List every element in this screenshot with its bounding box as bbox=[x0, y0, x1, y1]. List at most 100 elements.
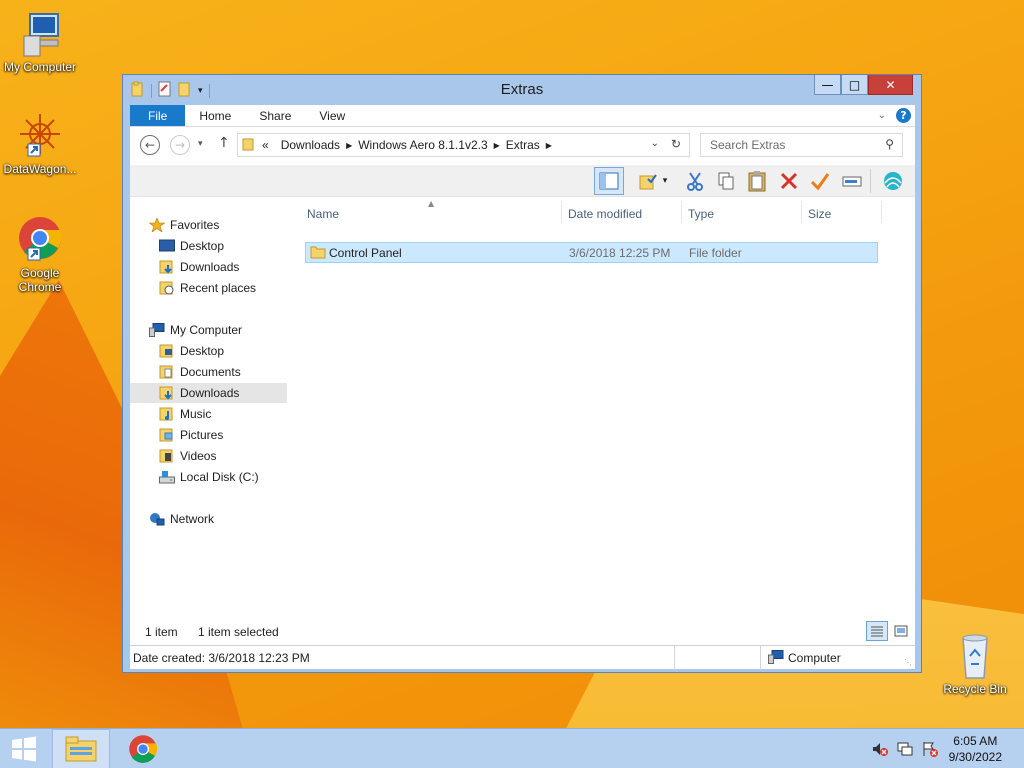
music-folder-icon bbox=[159, 407, 175, 421]
resize-grip-icon[interactable]: ⋱ bbox=[904, 658, 912, 667]
column-header-name[interactable]: Name bbox=[307, 207, 339, 221]
check-rename-icon[interactable] bbox=[808, 169, 832, 193]
desktop-icon-recycle-bin[interactable]: Recycle Bin bbox=[935, 632, 1015, 696]
address-bar[interactable]: « Downloads ▶ Windows Aero 8.1.1v2.3 ▶ E… bbox=[237, 133, 690, 157]
search-placeholder: Search Extras bbox=[710, 138, 786, 152]
search-input[interactable]: Search Extras ⚲ bbox=[700, 133, 903, 157]
cut-icon[interactable] bbox=[683, 169, 707, 193]
breadcrumb-overflow[interactable]: « bbox=[256, 138, 275, 152]
pictures-folder-icon bbox=[159, 428, 175, 442]
action-center-icon[interactable] bbox=[921, 741, 939, 760]
nav-favorites[interactable]: Favorites bbox=[130, 215, 287, 235]
nav-label: Videos bbox=[180, 449, 217, 463]
datawagon-logo-icon bbox=[16, 112, 64, 160]
clock-date: 9/30/2022 bbox=[948, 750, 1002, 764]
file-list: ▲ Name Date modified Type Size Control P… bbox=[290, 197, 915, 617]
column-header-date-modified[interactable]: Date modified bbox=[568, 207, 642, 221]
desktop-icon-my-computer[interactable]: My Computer bbox=[0, 10, 80, 74]
folder-icon bbox=[310, 245, 326, 262]
column-divider[interactable] bbox=[561, 201, 562, 223]
ribbon-right-controls: ⌄ ? bbox=[878, 108, 911, 123]
tab-view[interactable]: View bbox=[305, 105, 359, 126]
forward-button[interactable]: → bbox=[170, 135, 190, 155]
separator bbox=[870, 169, 871, 193]
window-client-area: File Home Share View ⌄ ? ← → ▾ ↑ « Downl… bbox=[130, 105, 915, 670]
breadcrumb-windows-aero[interactable]: Windows Aero 8.1.1v2.3 bbox=[352, 138, 493, 152]
minimize-button[interactable]: — bbox=[814, 75, 841, 95]
nav-my-computer[interactable]: My Computer bbox=[130, 320, 287, 340]
folder-options-dropdown-icon[interactable]: ▾ bbox=[658, 169, 672, 193]
aero-shell-icon[interactable] bbox=[881, 169, 905, 193]
nav-pc-pictures[interactable]: Pictures bbox=[130, 425, 287, 445]
large-icons-view-icon bbox=[894, 625, 908, 637]
desktop-icon-label: Recycle Bin bbox=[943, 682, 1007, 696]
expand-ribbon-icon[interactable]: ⌄ bbox=[878, 110, 886, 121]
network-status-icon[interactable] bbox=[897, 741, 915, 760]
window-controls: — □ ✕ bbox=[814, 75, 913, 95]
command-toolbar: ▾ bbox=[130, 165, 915, 197]
nav-fav-recent-places[interactable]: Recent places bbox=[130, 278, 287, 298]
paste-icon[interactable] bbox=[745, 169, 769, 193]
tab-file[interactable]: File bbox=[130, 105, 186, 126]
search-icon[interactable]: ⚲ bbox=[885, 137, 894, 151]
address-dropdown-icon[interactable]: ⌄ bbox=[651, 138, 659, 149]
nav-fav-desktop[interactable]: Desktop bbox=[130, 236, 287, 256]
taskbar-explorer-button[interactable] bbox=[52, 729, 110, 768]
file-name: Control Panel bbox=[329, 246, 402, 260]
separator bbox=[674, 646, 675, 670]
volume-muted-icon[interactable] bbox=[872, 741, 888, 760]
nav-pc-videos[interactable]: Videos bbox=[130, 446, 287, 466]
breadcrumb-separator-icon[interactable]: ▶ bbox=[546, 141, 552, 150]
file-row[interactable]: Control Panel 3/6/2018 12:25 PM File fol… bbox=[305, 242, 878, 263]
nav-network[interactable]: Network bbox=[130, 509, 287, 529]
recent-locations-dropdown-icon[interactable]: ▾ bbox=[198, 139, 203, 149]
nav-pc-desktop[interactable]: Desktop bbox=[130, 341, 287, 361]
computer-icon bbox=[16, 10, 64, 58]
nav-label: Music bbox=[180, 407, 212, 421]
nav-fav-downloads[interactable]: Downloads bbox=[130, 257, 287, 277]
taskbar-clock[interactable]: 6:05 AM 9/30/2022 bbox=[949, 733, 1002, 765]
column-header-type[interactable]: Type bbox=[688, 207, 714, 221]
window-title: Extras bbox=[500, 81, 544, 98]
column-header-size[interactable]: Size bbox=[808, 207, 831, 221]
folder-options-icon[interactable] bbox=[636, 169, 660, 193]
back-button[interactable]: ← bbox=[140, 135, 160, 155]
title-bar[interactable]: ▾ Extras — □ ✕ bbox=[123, 75, 921, 105]
nav-label: Desktop bbox=[180, 344, 225, 358]
status-bar: 1 item 1 item selected bbox=[130, 617, 915, 645]
taskbar-chrome-button[interactable] bbox=[118, 729, 168, 768]
column-divider[interactable] bbox=[681, 201, 682, 223]
large-icons-view-button[interactable] bbox=[890, 621, 912, 641]
explorer-window[interactable]: ▾ Extras — □ ✕ File Home Share View ⌄ ? … bbox=[122, 74, 922, 673]
desktop-icon bbox=[159, 239, 175, 253]
column-divider[interactable] bbox=[801, 201, 802, 223]
copy-icon[interactable] bbox=[714, 169, 738, 193]
item-count: 1 item bbox=[145, 625, 178, 639]
nav-pc-music[interactable]: Music bbox=[130, 404, 287, 424]
chrome-icon bbox=[129, 735, 158, 763]
column-divider[interactable] bbox=[881, 201, 882, 223]
details-bar: Date created: 3/6/2018 12:23 PM Computer… bbox=[130, 645, 915, 670]
start-button[interactable] bbox=[0, 729, 48, 768]
rename-icon[interactable] bbox=[840, 169, 864, 193]
tab-share[interactable]: Share bbox=[245, 105, 305, 126]
nav-pc-downloads[interactable]: Downloads bbox=[130, 383, 287, 403]
help-icon[interactable]: ? bbox=[896, 108, 911, 123]
refresh-icon[interactable]: ↻ bbox=[671, 137, 681, 151]
desktop-icon-google-chrome[interactable]: Google Chrome bbox=[0, 216, 80, 294]
details-view-button[interactable] bbox=[866, 621, 888, 641]
documents-folder-icon bbox=[159, 365, 175, 379]
breadcrumb-extras[interactable]: Extras bbox=[500, 138, 546, 152]
maximize-button[interactable]: □ bbox=[841, 75, 868, 95]
nav-pc-documents[interactable]: Documents bbox=[130, 362, 287, 382]
desktop-icon-datawagon[interactable]: DataWagon... bbox=[0, 112, 80, 176]
nav-pc-local-disk[interactable]: Local Disk (C:) bbox=[130, 467, 287, 487]
delete-icon[interactable] bbox=[777, 169, 801, 193]
tab-home[interactable]: Home bbox=[185, 105, 245, 126]
up-arrow-icon[interactable]: ↑ bbox=[218, 135, 230, 151]
preview-pane-button[interactable] bbox=[594, 167, 624, 195]
breadcrumb-downloads[interactable]: Downloads bbox=[275, 138, 346, 152]
close-button[interactable]: ✕ bbox=[868, 75, 913, 95]
nav-label: Desktop bbox=[180, 239, 225, 253]
separator bbox=[760, 646, 761, 670]
